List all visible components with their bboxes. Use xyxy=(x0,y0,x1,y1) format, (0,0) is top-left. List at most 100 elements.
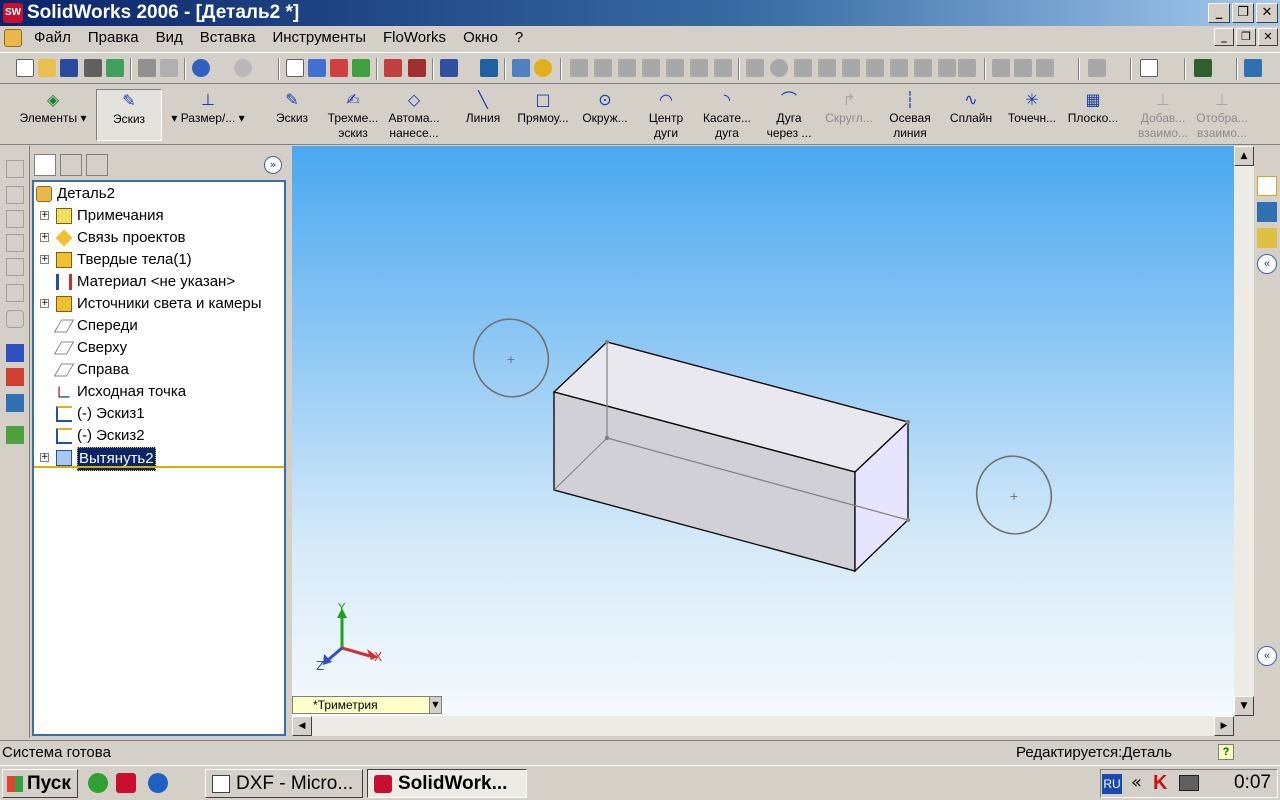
open-icon[interactable] xyxy=(38,59,56,77)
menu-insert[interactable]: Вставка xyxy=(200,29,256,46)
select-filter-icon[interactable] xyxy=(308,59,326,77)
menu-help[interactable]: ? xyxy=(515,29,523,46)
print-preview-icon[interactable] xyxy=(84,59,102,77)
spline-button[interactable]: ∿ Сплайн xyxy=(944,89,998,141)
expand-icon[interactable]: + xyxy=(40,299,49,308)
tangent-arc-button[interactable]: ◝ Касате... дуга xyxy=(696,89,758,141)
doc-minimize-button[interactable]: _ xyxy=(1214,28,1234,46)
scroll-left-button[interactable]: ◀ xyxy=(292,716,312,736)
expand-icon[interactable]: + xyxy=(40,233,49,242)
sketch-circle-right[interactable]: + xyxy=(966,446,1062,545)
internet-explorer-icon[interactable] xyxy=(148,773,168,793)
vertical-scrollbar[interactable]: ▲ ▼ xyxy=(1234,146,1254,716)
view-orientation-select[interactable]: *Триметрия ▼ xyxy=(292,696,442,714)
sketch-button[interactable]: ✎ Эскиз xyxy=(270,89,314,141)
feature-tree-tab[interactable] xyxy=(34,154,56,176)
graphics-area[interactable]: + + Y X Z *Триметрия ▼ xyxy=(292,146,1234,716)
clock[interactable]: 0:07 xyxy=(1234,772,1271,794)
dimensions-tab-button[interactable]: ⊥ ▾ Размер/... ▾ xyxy=(162,89,254,141)
plane-button[interactable]: ▦ Плоско... xyxy=(1062,89,1124,141)
task-button-solidworks[interactable]: SolidWork... xyxy=(367,769,527,798)
edit-sketch-icon[interactable] xyxy=(6,344,24,362)
help-icon[interactable] xyxy=(534,59,552,77)
expand-icon[interactable]: + xyxy=(40,211,49,220)
standard-view-icon[interactable] xyxy=(6,284,24,302)
property-manager-tab[interactable] xyxy=(60,154,82,176)
restore-button[interactable]: ❐ xyxy=(1232,3,1254,23)
select-icon[interactable] xyxy=(286,59,304,77)
addin-icon[interactable] xyxy=(1194,59,1212,77)
properties-icon[interactable] xyxy=(512,59,530,77)
collapse-left-icon[interactable]: « xyxy=(1257,254,1277,274)
grid-icon[interactable] xyxy=(384,59,402,77)
help-icon[interactable]: ? xyxy=(1218,744,1234,760)
three-point-arc-button[interactable]: ⌒ Дуга через ... xyxy=(762,89,816,141)
standard-view-icon[interactable] xyxy=(6,186,24,204)
collapse-left-icon[interactable]: « xyxy=(1257,646,1277,666)
home-icon[interactable] xyxy=(1257,176,1277,196)
standard-view-icon[interactable] xyxy=(6,310,24,328)
scroll-right-button[interactable]: ▶ xyxy=(1214,716,1234,736)
minimize-button[interactable]: _ xyxy=(1208,3,1230,23)
standard-view-icon[interactable] xyxy=(6,160,24,178)
expand-panel-icon[interactable]: » xyxy=(264,156,282,174)
center-arc-button[interactable]: ◠ Центр дуги xyxy=(642,89,690,141)
standard-view-icon[interactable] xyxy=(6,234,24,252)
centerline-button[interactable]: ┆ Осевая линия xyxy=(882,89,938,141)
preview-icon[interactable] xyxy=(160,59,178,77)
smart-dimension-icon[interactable] xyxy=(6,368,24,386)
menu-tools[interactable]: Инструменты xyxy=(272,29,366,46)
traffic-light-icon[interactable] xyxy=(352,59,370,77)
rectangle-button[interactable]: □ Прямоу... xyxy=(512,89,574,141)
print-icon[interactable] xyxy=(138,59,156,77)
new-document-icon[interactable] xyxy=(16,59,34,77)
sketch-circle-left[interactable]: + xyxy=(463,309,559,408)
network-icon[interactable] xyxy=(1179,775,1199,791)
chevron-down-icon[interactable]: ▼ xyxy=(429,697,441,713)
redo-icon[interactable] xyxy=(234,59,252,77)
solidworks-app-icon[interactable]: SW xyxy=(3,3,23,23)
language-indicator[interactable]: RU xyxy=(1102,774,1122,794)
menu-view[interactable]: Вид xyxy=(156,29,183,46)
document-menu-icon[interactable] xyxy=(4,29,22,47)
extrude-icon[interactable] xyxy=(6,426,24,444)
standard-view-icon[interactable] xyxy=(6,210,24,228)
save-icon[interactable] xyxy=(60,59,78,77)
antivirus-icon[interactable]: K xyxy=(1153,773,1171,793)
section-view-icon[interactable] xyxy=(480,59,498,77)
menu-floworks[interactable]: FloWorks xyxy=(383,29,446,46)
rollback-bar[interactable] xyxy=(34,466,284,468)
3d-sketch-button[interactable]: ✍ Трехме... эскиз xyxy=(322,89,384,141)
scroll-down-button[interactable]: ▼ xyxy=(1234,696,1254,716)
horizontal-scrollbar[interactable]: ◀ ▶ xyxy=(292,716,1234,736)
menu-edit[interactable]: Правка xyxy=(88,29,139,46)
rebuild-icon[interactable] xyxy=(330,59,348,77)
expand-icon[interactable]: + xyxy=(40,255,49,264)
tools-icon[interactable] xyxy=(1244,59,1262,77)
resources-icon[interactable] xyxy=(1257,202,1277,222)
auto-dimension-button[interactable]: ◇ Автома... нанесе... xyxy=(384,89,444,141)
task-button-dxf[interactable]: DXF - Micro... xyxy=(205,769,363,798)
scroll-up-button[interactable]: ▲ xyxy=(1234,146,1254,166)
options-icon[interactable] xyxy=(106,59,124,77)
brick-icon[interactable] xyxy=(408,59,426,77)
show-hidden-icons-chevron-icon[interactable]: « xyxy=(1131,772,1142,793)
sketch-tab-button[interactable]: ✎ Эскиз xyxy=(96,89,162,141)
menu-window[interactable]: Окно xyxy=(463,29,498,46)
expand-icon[interactable]: + xyxy=(40,453,49,462)
configuration-manager-tab[interactable] xyxy=(86,154,108,176)
standard-view-icon[interactable] xyxy=(6,258,24,276)
extruded-box[interactable] xyxy=(552,339,911,573)
close-button[interactable]: ✕ xyxy=(1256,3,1278,23)
undo-icon[interactable] xyxy=(192,59,210,77)
circle-button[interactable]: ⊙ Окруж... xyxy=(576,89,634,141)
drawing-icon[interactable] xyxy=(1140,59,1158,77)
desktop-icon[interactable] xyxy=(88,773,108,793)
search-icon[interactable] xyxy=(1257,228,1277,248)
relations-icon[interactable] xyxy=(6,394,24,412)
line-button[interactable]: ╲ Линия xyxy=(460,89,506,141)
point-button[interactable]: ✳ Точечн... xyxy=(1002,89,1062,141)
doc-close-button[interactable]: ✕ xyxy=(1258,28,1278,46)
solidworks-quicklaunch-icon[interactable] xyxy=(116,773,136,793)
features-tab-button[interactable]: ◈ Элементы ▾ xyxy=(12,89,94,141)
